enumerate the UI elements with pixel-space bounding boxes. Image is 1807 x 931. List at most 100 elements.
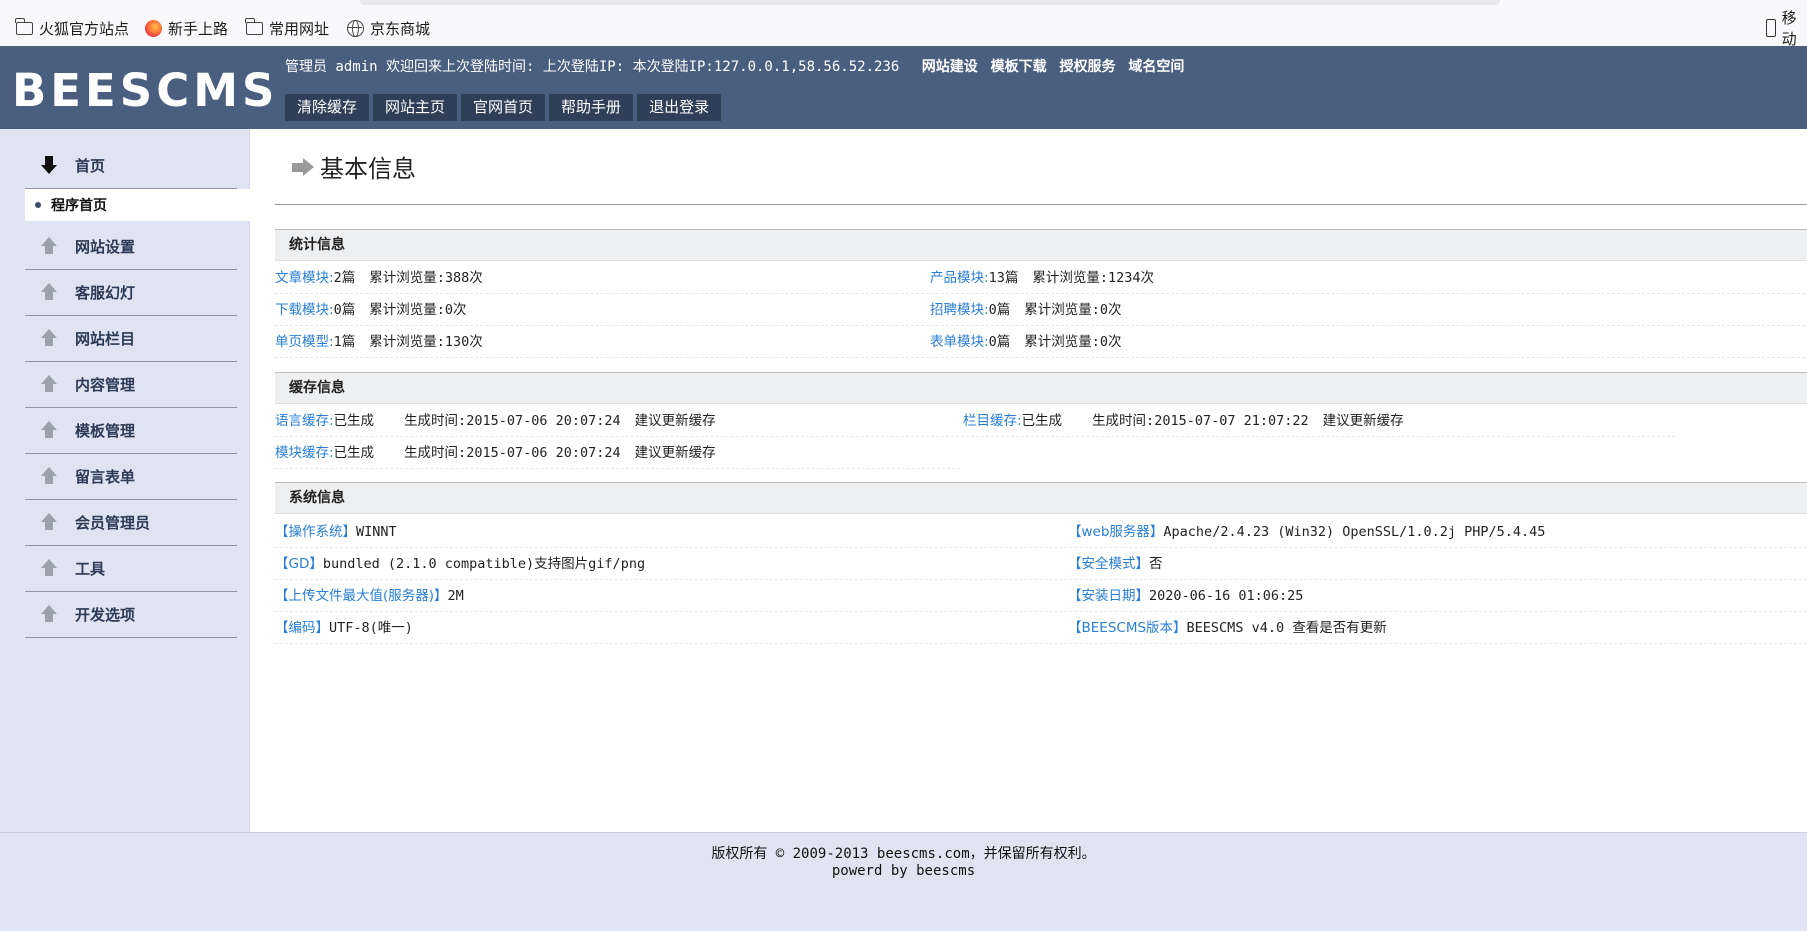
sidebar-item-content[interactable]: 内容管理	[25, 362, 237, 408]
system-value: bundled (2.1.0 compatible)支持图片gif/png	[322, 556, 646, 572]
stat-product-link[interactable]: 产品模块:	[930, 270, 989, 286]
copyright-text: 版权所有 © 2009-2013 beescms.com，并保留所有权利。	[711, 846, 1096, 862]
phone-icon	[1766, 19, 1776, 37]
cache-advice: 建议更新缓存	[634, 445, 716, 461]
sidebar: 首页 程序首页 网站设置 客服幻灯 网站栏目 内容管理 模板管理 留言表单 会员…	[0, 129, 251, 832]
bookmark-label: 火狐官方站点	[39, 19, 130, 38]
cache-status: 已生成	[1021, 413, 1063, 429]
cache-cell-right: 栏目缓存:已生成 生成时间:2015-07-07 21:07:22 建议更新缓存	[963, 405, 1404, 437]
bookmark-item[interactable]: 新手上路	[145, 18, 228, 38]
table-row: 【编码】UTF-8(唯一) 【BEESCMS版本】BEESCMS v4.0 查看…	[275, 612, 1807, 644]
sidebar-item-label: 网站设置	[75, 238, 136, 256]
bookmark-label: 常用网址	[269, 19, 330, 38]
stat-value: 13篇	[988, 270, 1019, 286]
table-row: 【操作系统】WINNT 【web服务器】Apache/2.4.23 (Win32…	[275, 516, 1807, 548]
arrow-down-icon	[39, 155, 59, 176]
logout-button[interactable]: 退出登录	[637, 94, 722, 121]
system-value: Apache/2.4.23 (Win32) OpenSSL/1.0.2j PHP…	[1163, 524, 1546, 540]
arrow-up-icon	[39, 604, 59, 625]
site-home-button[interactable]: 网站主页	[373, 94, 458, 121]
cache-module-link[interactable]: 模块缓存:	[275, 445, 334, 461]
arrow-up-icon	[39, 282, 59, 303]
stat-views: 累计浏览量:130次	[369, 334, 483, 350]
arrow-up-icon	[39, 466, 59, 487]
system-key: 【GD】	[275, 556, 323, 572]
official-home-button[interactable]: 官网首页	[461, 94, 546, 121]
sidebar-item-tools[interactable]: 工具	[25, 546, 237, 592]
table-row: 【上传文件最大值(服务器)】2M 【安装日期】2020-06-16 01:06:…	[275, 580, 1807, 612]
link-website-build[interactable]: 网站建设	[922, 59, 978, 75]
stat-value: 0篇	[988, 302, 1011, 318]
stat-page-link[interactable]: 单页模型:	[275, 334, 334, 350]
link-template-download[interactable]: 模板下载	[991, 59, 1047, 75]
sidebar-subitem-label: 程序首页	[51, 198, 107, 214]
sidebar-item-label: 开发选项	[75, 606, 136, 624]
stat-views: 累计浏览量:0次	[1024, 334, 1122, 350]
stat-views: 累计浏览量:0次	[1024, 302, 1122, 318]
stat-views: 累计浏览量:0次	[369, 302, 467, 318]
cache-language-link[interactable]: 语言缓存:	[275, 413, 334, 429]
system-key: 【编码】	[275, 620, 329, 636]
stat-value: 0篇	[333, 302, 356, 318]
stats-heading: 统计信息	[275, 229, 1807, 261]
table-row: 单页模型:1篇 累计浏览量:130次 表单模块:0篇 累计浏览量:0次	[275, 326, 1807, 358]
system-value: 2020-06-16 01:06:25	[1149, 588, 1304, 604]
stat-jobs-link[interactable]: 招聘模块:	[930, 302, 989, 318]
sidebar-subitem-program-home[interactable]: 程序首页	[25, 189, 251, 221]
stat-download-link[interactable]: 下载模块:	[275, 302, 334, 318]
stat-value: 2篇	[333, 270, 356, 286]
sidebar-item-site-settings[interactable]: 网站设置	[25, 224, 237, 270]
cache-time: 生成时间:2015-07-06 20:07:24	[404, 413, 621, 429]
system-cell-right: 【BEESCMS版本】BEESCMS v4.0 查看是否有更新	[1068, 612, 1387, 644]
sidebar-item-site-columns[interactable]: 网站栏目	[25, 316, 237, 362]
version-value[interactable]: BEESCMS v4.0 查看是否有更新	[1187, 620, 1387, 636]
table-row: 模块缓存:已生成 生成时间:2015-07-06 20:07:24 建议更新缓存	[275, 437, 960, 469]
sidebar-item-label: 会员管理员	[75, 514, 151, 532]
bookmark-label: 移动	[1781, 9, 1797, 48]
stat-value: 1篇	[333, 334, 356, 350]
sidebar-item-label: 留言表单	[75, 468, 136, 486]
bookmark-item[interactable]: 火狐官方站点	[15, 17, 130, 38]
system-key: 【安全模式】	[1068, 556, 1149, 572]
powered-by-text: powerd by beescms	[831, 863, 976, 879]
sidebar-item-templates[interactable]: 模板管理	[25, 408, 237, 454]
mobile-bookmarks[interactable]: 移动	[1766, 9, 1807, 48]
system-cell-right: 【web服务器】Apache/2.4.23 (Win32) OpenSSL/1.…	[1068, 516, 1545, 548]
folder-icon	[245, 17, 263, 35]
stat-article-link[interactable]: 文章模块:	[275, 270, 334, 286]
header-toolbar: 清除缓存 网站主页 官网首页 帮助手册 退出登录	[285, 94, 722, 121]
system-value: UTF-8(唯一)	[329, 620, 413, 636]
arrow-up-icon	[39, 558, 59, 579]
cache-column-link[interactable]: 栏目缓存:	[963, 413, 1022, 429]
help-manual-button[interactable]: 帮助手册	[549, 94, 634, 121]
sidebar-item-label: 网站栏目	[75, 330, 136, 348]
bullet-icon	[35, 202, 41, 208]
user-info-line: 管理员 admin 欢迎回来上次登陆时间: 上次登陆IP: 本次登陆IP:127…	[285, 56, 1192, 76]
link-license-service[interactable]: 授权服务	[1059, 59, 1115, 75]
sidebar-item-home[interactable]: 首页	[25, 143, 237, 189]
bookmark-item[interactable]: 京东商城	[347, 18, 430, 38]
cache-status: 已生成	[333, 413, 375, 429]
sidebar-item-service-slides[interactable]: 客服幻灯	[25, 270, 237, 316]
sidebar-item-label: 工具	[75, 560, 106, 578]
link-domain-hosting[interactable]: 域名空间	[1128, 59, 1184, 75]
bookmark-label: 京东商城	[370, 19, 431, 38]
cache-status: 已生成	[333, 445, 375, 461]
arrow-up-icon	[39, 236, 59, 257]
sidebar-item-members[interactable]: 会员管理员	[25, 500, 237, 546]
bookmark-item[interactable]: 常用网址	[245, 17, 330, 38]
clear-cache-button[interactable]: 清除缓存	[285, 94, 370, 121]
sidebar-item-label: 模板管理	[75, 422, 136, 440]
system-value: 否	[1149, 556, 1163, 572]
stat-form-link[interactable]: 表单模块:	[930, 334, 989, 350]
title-divider	[275, 204, 1807, 205]
system-key: 【安装日期】	[1068, 588, 1149, 604]
sidebar-item-dev-options[interactable]: 开发选项	[25, 592, 237, 638]
stat-views: 累计浏览量:1234次	[1032, 270, 1154, 286]
sidebar-item-messages[interactable]: 留言表单	[25, 454, 237, 500]
table-row: 下载模块:0篇 累计浏览量:0次 招聘模块:0篇 累计浏览量:0次	[275, 294, 1807, 326]
table-row: 【GD】bundled (2.1.0 compatible)支持图片gif/pn…	[275, 548, 1807, 580]
arrow-up-icon	[39, 420, 59, 441]
system-key: 【上传文件最大值(服务器)】	[275, 588, 448, 604]
main-content: 基本信息 统计信息 文章模块:2篇 累计浏览量:388次 产品模块:13篇 累计浏览…	[250, 129, 1807, 832]
